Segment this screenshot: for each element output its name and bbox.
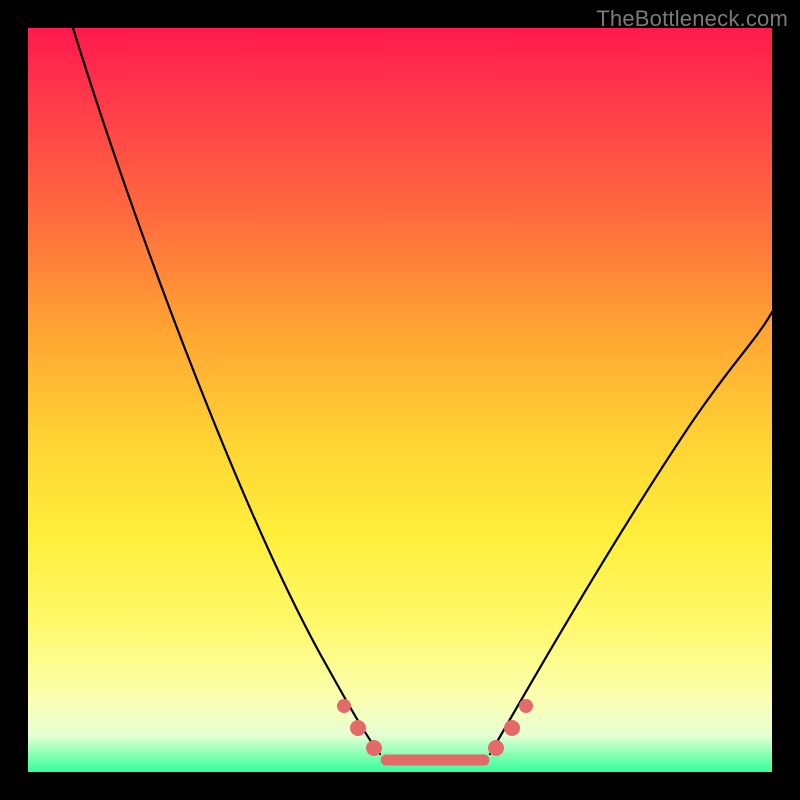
curve-svg <box>28 28 772 772</box>
watermark-text: TheBottleneck.com <box>596 6 788 32</box>
marker-left-3 <box>366 740 382 756</box>
marker-right-1 <box>488 740 504 756</box>
marker-right-3 <box>519 699 533 713</box>
curve-left-branch <box>73 28 380 754</box>
chart-area <box>28 28 772 772</box>
marker-right-2 <box>504 720 520 736</box>
marker-left-1 <box>337 699 351 713</box>
marker-left-2 <box>350 720 366 736</box>
curve-right-branch <box>490 312 772 754</box>
